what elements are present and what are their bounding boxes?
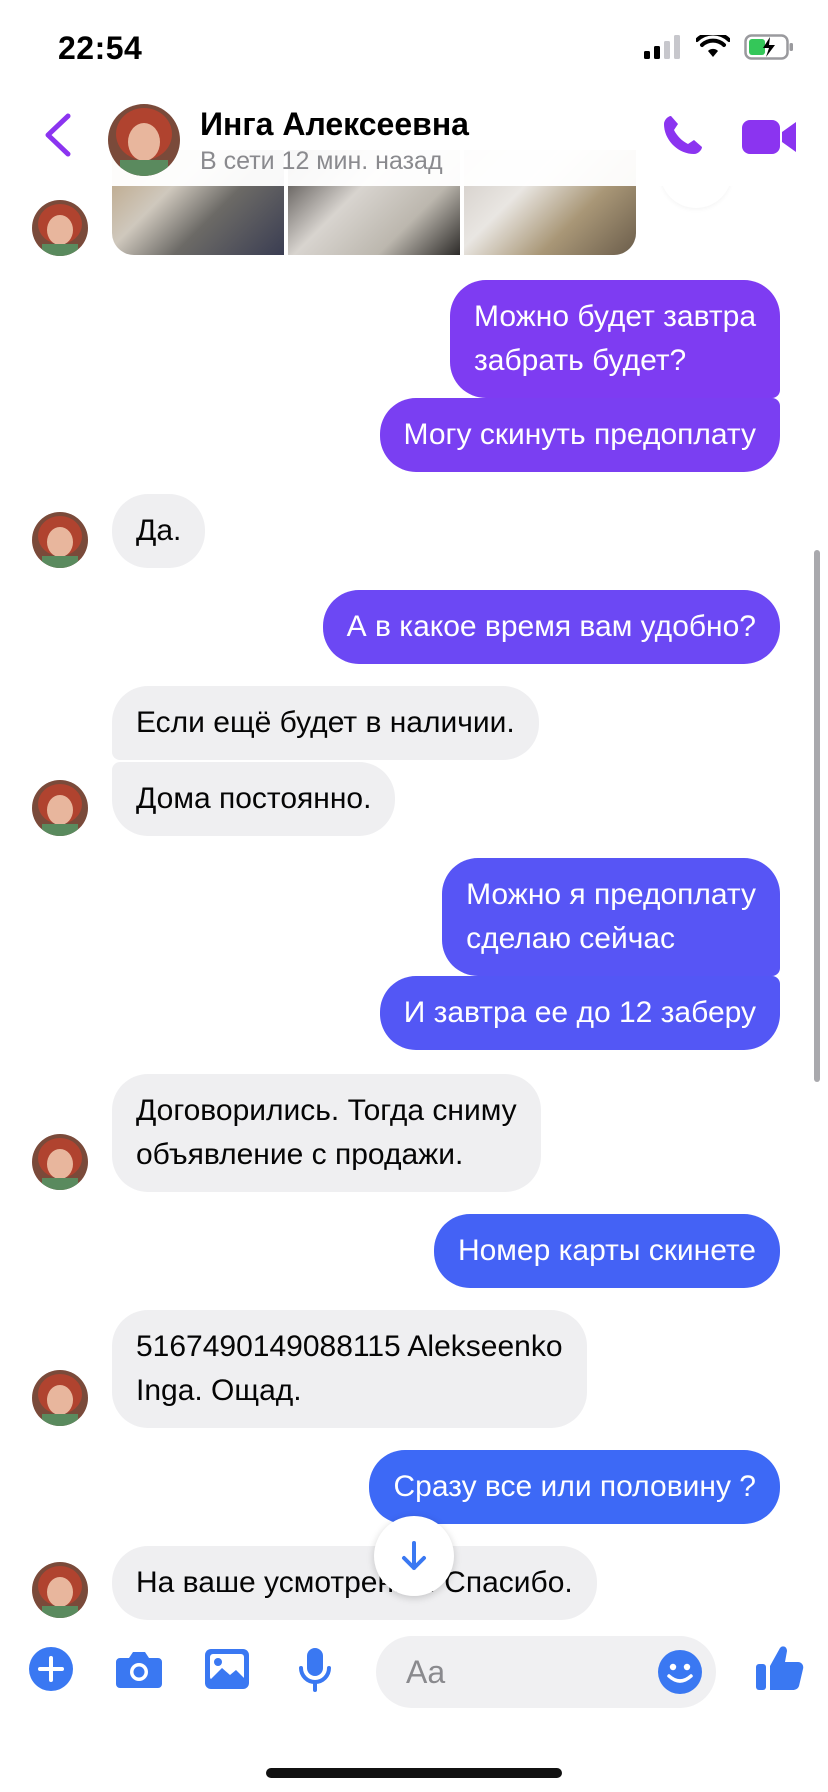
message-outgoing[interactable]: Могу скинуть предоплату [379,398,780,472]
contact-avatar[interactable] [32,1370,88,1426]
more-actions-button[interactable] [24,1642,78,1696]
message-outgoing[interactable]: А в какое время вам удобно? [322,590,780,664]
contact-status: В сети 12 мин. назад [200,147,443,175]
scroll-to-bottom-button[interactable] [374,1516,454,1596]
message-input-placeholder: Aa [406,1654,446,1690]
contact-avatar[interactable] [32,512,88,568]
message-incoming[interactable]: Договорились. Тогда сниму объявление с п… [112,1074,541,1192]
audio-call-button[interactable] [658,112,706,160]
message-outgoing[interactable]: Можно я предоплату сделаю сейчас [442,858,780,976]
arrow-down-icon [402,1541,426,1570]
message-incoming[interactable]: Да. [112,494,206,568]
chat-thread[interactable]: Можно будет завтра забрать будет? Могу с… [0,0,828,1620]
message-composer: Aa [0,1620,828,1792]
message-incoming[interactable]: На ваше усмотрение. Спасибо. [112,1546,597,1620]
contact-avatar[interactable] [32,1134,88,1190]
contact-name[interactable]: Инга Алексеевна [200,106,469,143]
cellular-signal-icon [644,35,680,59]
message-incoming[interactable]: Дома постоянно. [112,762,396,836]
message-incoming[interactable]: Если ещё будет в наличии. [112,686,539,760]
status-icons [644,34,794,60]
battery-charging-icon [744,34,793,60]
message-outgoing[interactable]: И завтра ее до 12 заберу [379,976,780,1050]
image-icon [205,1649,249,1689]
microphone-icon [299,1648,331,1692]
phone-icon [664,116,702,154]
emoji-icon [658,1650,702,1694]
message-outgoing[interactable]: Сразу все или половину ? [369,1450,780,1524]
contact-avatar[interactable] [32,1562,88,1618]
contact-avatar-header[interactable] [108,104,180,176]
camera-button[interactable] [112,1642,166,1696]
status-time: 22:54 [58,30,143,66]
video-call-button[interactable] [742,116,798,158]
status-bar: 22:54 [0,0,828,88]
scroll-indicator[interactable] [814,550,820,1082]
emoji-button[interactable] [656,1648,704,1696]
video-camera-icon [742,120,796,154]
wifi-icon [696,35,730,57]
back-button[interactable] [40,110,80,160]
thumbs-up-icon [756,1646,804,1690]
plus-icon [29,1647,73,1691]
contact-avatar[interactable] [32,200,88,256]
contact-avatar[interactable] [32,780,88,836]
voice-message-button[interactable] [288,1642,342,1696]
message-input[interactable]: Aa [376,1636,716,1708]
camera-icon [116,1652,162,1688]
gallery-button[interactable] [200,1642,254,1696]
home-indicator[interactable] [266,1768,562,1778]
message-incoming[interactable]: 5167490149088115 Alekseenko Inga. Ощад. [112,1310,587,1428]
message-outgoing[interactable]: Номер карты скинете [433,1214,780,1288]
conversation-header: Инга Алексеевна В сети 12 мин. назад [0,88,828,186]
back-arrow-icon [45,113,71,157]
like-button[interactable] [750,1638,810,1698]
message-outgoing[interactable]: Можно будет завтра забрать будет? [450,280,780,398]
